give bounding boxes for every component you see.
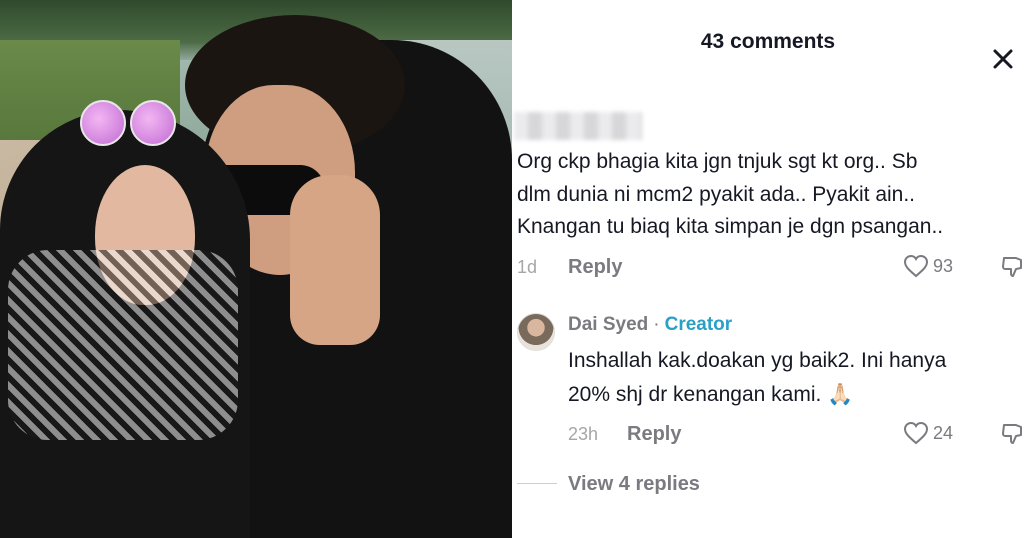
- separator-dot: ·: [653, 314, 660, 335]
- pink-sunglasses: [80, 100, 176, 146]
- comment-timestamp: 23h: [568, 424, 599, 444]
- heart-icon: [903, 421, 929, 445]
- comment-text-line: dlm dunia ni mcm2 pyakit ada.. Pyakit ai…: [517, 183, 916, 206]
- blurred-username[interactable]: [514, 112, 642, 140]
- comment-author-line: Dai Syed · Creator: [568, 314, 732, 336]
- dislike-icon[interactable]: [1000, 422, 1024, 451]
- reply-button[interactable]: Reply: [568, 256, 622, 279]
- patterned-scarf: [8, 250, 238, 440]
- like-button[interactable]: 93: [903, 254, 953, 278]
- like-count: 93: [933, 255, 954, 276]
- view-replies-button[interactable]: View 4 replies: [568, 473, 700, 496]
- comments-header: 43 comments: [512, 0, 1024, 98]
- replies-divider: [517, 483, 557, 484]
- comments-panel: 43 comments Org ckp bhagia kita jgn tnju…: [512, 0, 1024, 538]
- comment-text-line: Org ckp bhagia kita jgn tnjuk sgt kt org…: [517, 150, 918, 173]
- creator-badge: Creator: [664, 314, 733, 335]
- close-icon[interactable]: [992, 48, 1016, 72]
- comments-count-title: 43 comments: [700, 30, 836, 53]
- avatar[interactable]: [517, 313, 555, 351]
- reply-button[interactable]: Reply: [627, 423, 681, 446]
- like-button[interactable]: 24: [903, 421, 953, 445]
- comment-timestamp: 1d: [517, 257, 538, 277]
- dislike-icon[interactable]: [1000, 255, 1024, 284]
- man-hand: [290, 175, 380, 345]
- comment-text-line: Inshallah kak.doakan yg baik2. Ini hanya: [568, 349, 947, 372]
- heart-icon: [903, 254, 929, 278]
- post-photo: [0, 0, 512, 538]
- comment-text-line: 20% shj dr kenangan kami. 🙏🏻: [568, 383, 854, 406]
- like-count: 24: [933, 422, 954, 443]
- comment-text-line: Knangan tu biaq kita simpan je dgn psang…: [517, 215, 944, 238]
- author-name[interactable]: Dai Syed: [568, 314, 648, 336]
